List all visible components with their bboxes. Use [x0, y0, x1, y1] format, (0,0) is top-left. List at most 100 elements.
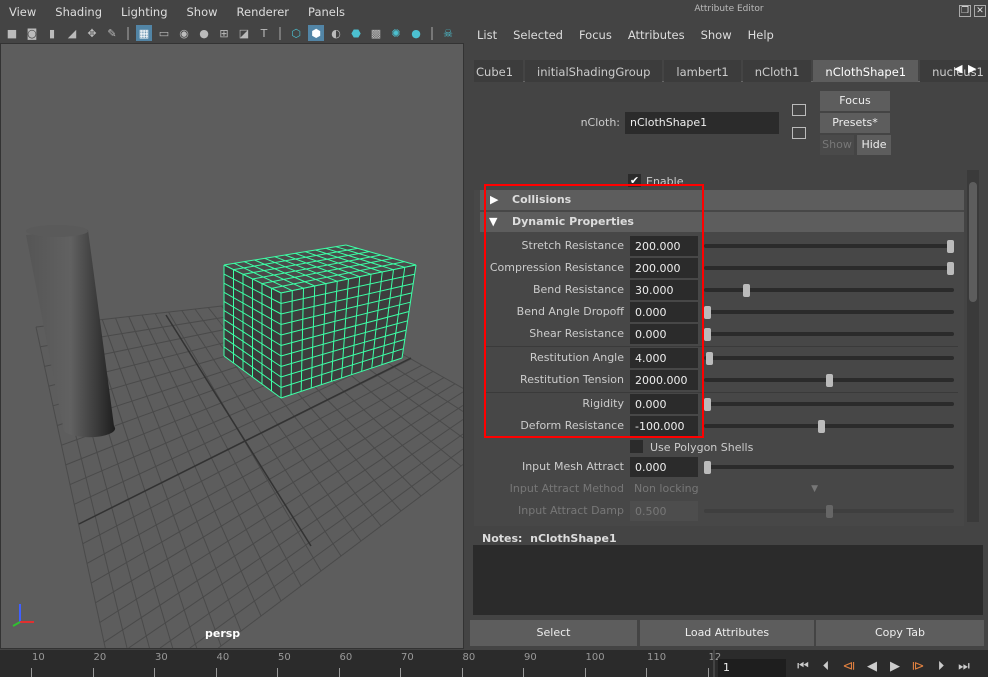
image-plane-icon[interactable]: ◢ — [64, 25, 80, 41]
stretch-resistance-slider[interactable] — [704, 244, 954, 248]
select-button[interactable]: Select — [470, 620, 637, 646]
axis-gizmo-icon — [8, 598, 40, 628]
default-material-icon[interactable]: ◐ — [328, 25, 344, 41]
wireframe-on-shaded-icon[interactable]: ⬣ — [348, 25, 364, 41]
tab-ncloth1[interactable]: nCloth1 — [742, 60, 812, 82]
play-backwards-icon[interactable]: ◀ — [862, 658, 882, 676]
node-name-field[interactable]: nClothShape1 — [625, 112, 779, 134]
menu-shading[interactable]: Shading — [55, 5, 102, 19]
deform-resistance-slider[interactable] — [704, 424, 954, 428]
toolbar-separator — [279, 26, 281, 40]
compression-resistance-slider[interactable] — [704, 266, 954, 270]
shadows-icon[interactable]: ● — [408, 25, 424, 41]
menu-attributes[interactable]: Attributes — [628, 28, 685, 42]
hide-button[interactable]: Hide — [857, 135, 891, 155]
load-attributes-button[interactable]: Load Attributes — [640, 620, 814, 646]
textured-icon[interactable]: ▩ — [368, 25, 384, 41]
step-back-key-icon[interactable]: ⧏ — [839, 658, 859, 676]
camera-icon[interactable]: ■ — [4, 25, 20, 41]
move-camera-icon[interactable]: ✥ — [84, 25, 100, 41]
input-connection-icon[interactable] — [792, 104, 806, 116]
safe-title-icon[interactable]: T — [256, 25, 272, 41]
frame-tick-label: 50 — [278, 652, 291, 663]
menu-lighting[interactable]: Lighting — [121, 5, 167, 19]
notes-textarea[interactable] — [473, 545, 983, 615]
menu-show[interactable]: Show — [187, 5, 218, 19]
input-mesh-attract-slider-handle[interactable] — [704, 461, 711, 474]
dropdown-value: Non locking — [634, 482, 699, 495]
current-frame-field[interactable]: 1 — [718, 659, 786, 677]
input-attract-damp-slider-handle[interactable] — [825, 505, 833, 518]
step-back-icon[interactable]: ⏴ — [816, 658, 836, 676]
wireframe-icon[interactable]: ⬡ — [288, 25, 304, 41]
menu-list[interactable]: List — [477, 28, 497, 42]
input-attract-damp-label: Input Attract Damp — [518, 504, 624, 517]
close-icon[interactable]: ✕ — [974, 5, 986, 17]
gate-mask-icon[interactable]: ● — [196, 25, 212, 41]
compression-resistance-slider-handle[interactable] — [947, 262, 954, 275]
show-button[interactable]: Show — [820, 135, 854, 155]
shear-resistance-slider-handle[interactable] — [704, 328, 711, 341]
menu-selected[interactable]: Selected — [513, 28, 563, 42]
grid-icon[interactable]: ▦ — [136, 25, 152, 41]
film-gate-icon[interactable]: ▭ — [156, 25, 172, 41]
field-chart-icon[interactable]: ⊞ — [216, 25, 232, 41]
step-forward-icon[interactable]: ⏵ — [931, 658, 951, 676]
rigidity-slider[interactable] — [704, 402, 954, 406]
menu-view[interactable]: View — [9, 5, 36, 19]
cylinder-cap — [26, 225, 88, 237]
smooth-shade-icon[interactable]: ⬢ — [308, 25, 324, 41]
stretch-resistance-slider-handle[interactable] — [947, 240, 954, 253]
bend-resistance-slider-handle[interactable] — [742, 284, 750, 297]
input-attract-damp-field[interactable]: 0.500 — [630, 501, 698, 521]
xray-icon[interactable]: ☠ — [440, 25, 456, 41]
attribute-editor: Attribute Editor ❐ ✕ List Selected Focus At… — [470, 0, 988, 650]
input-mesh-attract-slider[interactable] — [704, 465, 954, 469]
tab-lambert1[interactable]: lambert1 — [664, 60, 741, 82]
menu-show[interactable]: Show — [701, 28, 732, 42]
presets-button[interactable]: Presets* — [820, 113, 890, 133]
use-polygon-shells-checkbox[interactable] — [630, 440, 643, 453]
restitution-tension-slider-handle[interactable] — [825, 374, 833, 387]
scrollbar[interactable] — [967, 170, 979, 522]
tab-scroll-right-icon[interactable]: ▶ — [968, 62, 976, 75]
shear-resistance-slider[interactable] — [704, 332, 954, 336]
frame-tick-label: 60 — [339, 652, 353, 663]
input-mesh-attract-field[interactable]: 0.000 — [630, 457, 698, 477]
floor-grid-line — [82, 364, 423, 545]
menu-focus[interactable]: Focus — [579, 28, 612, 42]
tab-scroll-left-icon[interactable]: ◀ — [954, 62, 962, 75]
floor-grid-line — [99, 391, 463, 623]
scrollbar-thumb[interactable] — [969, 182, 977, 302]
tab-initialshadinggroup[interactable]: initialShadingGroup — [525, 60, 663, 82]
bend-angle-dropoff-slider[interactable] — [704, 310, 954, 314]
resolution-gate-icon[interactable]: ◉ — [176, 25, 192, 41]
restitution-angle-slider-handle[interactable] — [706, 352, 714, 365]
menu-renderer[interactable]: Renderer — [237, 5, 290, 19]
go-to-start-icon[interactable]: ⏮ — [793, 658, 813, 676]
3d-viewport[interactable] — [0, 43, 464, 649]
rigidity-slider-handle[interactable] — [704, 398, 711, 411]
tab-cube1[interactable]: Cube1 — [474, 60, 524, 82]
bend-resistance-slider[interactable] — [704, 288, 954, 292]
bend-angle-dropoff-slider-handle[interactable] — [704, 306, 711, 319]
input-attract-method-dropdown[interactable]: Non locking ▼ — [630, 479, 820, 499]
output-connection-icon[interactable] — [792, 127, 806, 139]
restitution-angle-slider[interactable] — [704, 356, 954, 360]
focus-button[interactable]: Focus — [820, 91, 890, 111]
bookmark-icon[interactable]: ▮ — [44, 25, 60, 41]
float-window-icon[interactable]: ❐ — [959, 5, 971, 17]
paint-icon[interactable]: ✎ — [104, 25, 120, 41]
frame-tick-label: 110 — [647, 652, 667, 663]
menu-help[interactable]: Help — [748, 28, 774, 42]
safe-action-icon[interactable]: ◪ — [236, 25, 252, 41]
deform-resistance-slider-handle[interactable] — [818, 420, 826, 433]
step-forward-key-icon[interactable]: ⧐ — [908, 658, 928, 676]
tab-nclothshape1[interactable]: nClothShape1 — [813, 60, 919, 82]
lights-icon[interactable]: ✺ — [388, 25, 404, 41]
play-forwards-icon[interactable]: ▶ — [885, 658, 905, 676]
go-to-end-icon[interactable]: ⏭ — [954, 658, 974, 676]
camera-attributes-icon[interactable]: ◙ — [24, 25, 40, 41]
menu-panels[interactable]: Panels — [308, 5, 345, 19]
copy-tab-button[interactable]: Copy Tab — [816, 620, 984, 646]
